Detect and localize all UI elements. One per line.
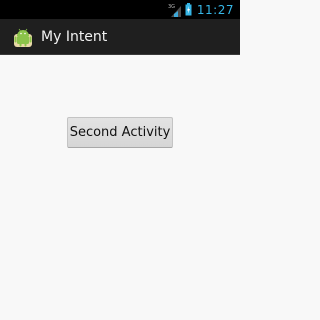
action-bar: My Intent <box>0 19 240 55</box>
app-title: My Intent <box>41 28 108 45</box>
status-bar: 3G 11:27 <box>0 0 240 19</box>
second-activity-button[interactable]: Second Activity <box>67 117 173 148</box>
network-type-label: 3G <box>168 4 175 10</box>
signal-icon: 3G <box>168 4 181 17</box>
android-app-icon[interactable] <box>12 26 34 48</box>
status-time: 11:27 <box>196 2 234 17</box>
battery-icon <box>185 3 192 16</box>
main-content: Second Activity <box>0 55 240 320</box>
